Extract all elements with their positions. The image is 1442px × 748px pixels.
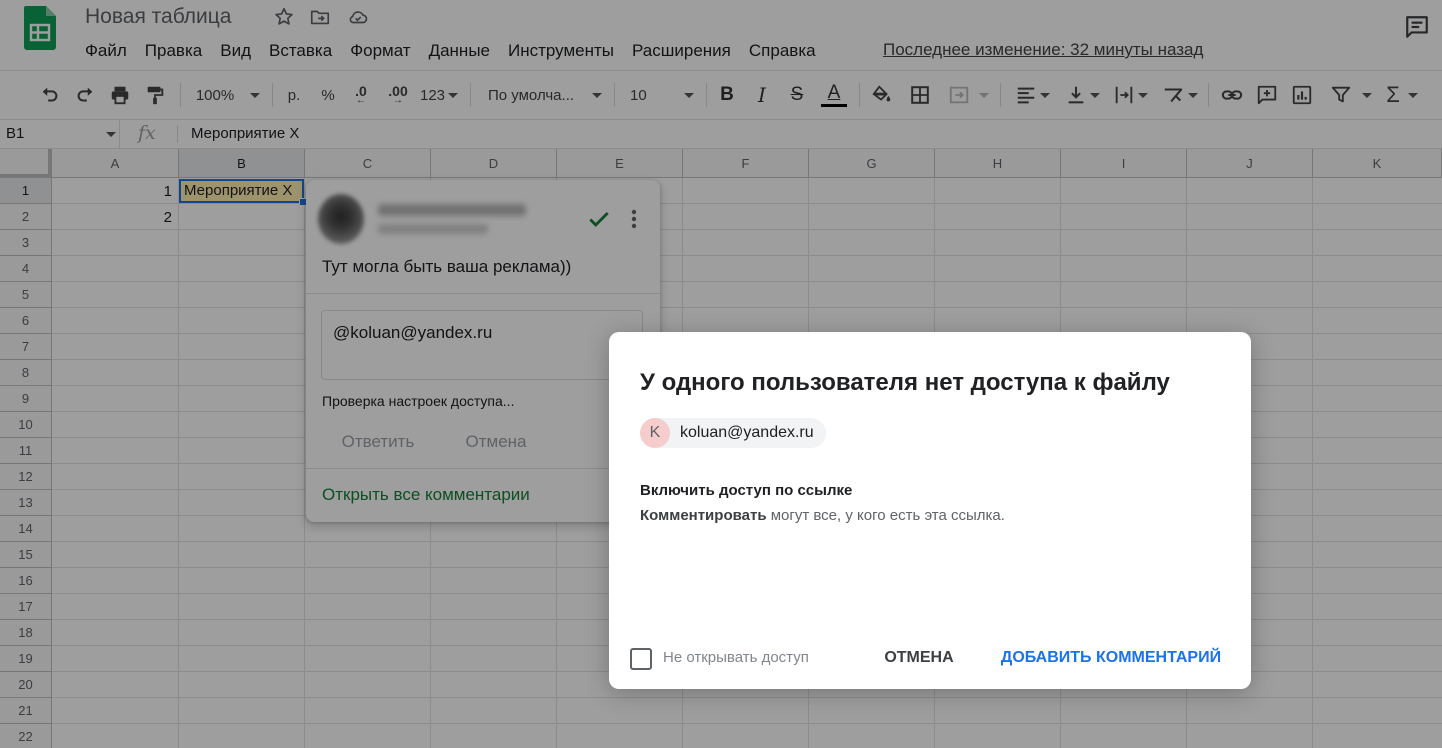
share-access-dialog: У одного пользователя нет доступа к файл… bbox=[609, 332, 1251, 689]
dialog-cancel-button[interactable]: ОТМЕНА bbox=[871, 640, 967, 676]
user-chip: K koluan@yandex.ru bbox=[640, 418, 826, 448]
link-access-text: могут все, у кого есть эта ссылка. bbox=[766, 507, 1005, 524]
user-email: koluan@yandex.ru bbox=[680, 424, 814, 441]
user-avatar: K bbox=[640, 418, 670, 448]
link-access-title: Включить доступ по ссылке bbox=[640, 482, 853, 499]
no-share-checkbox[interactable] bbox=[630, 648, 652, 670]
no-share-label: Не открывать доступ bbox=[663, 649, 809, 666]
link-access-description: Комментировать могут все, у кого есть эт… bbox=[640, 507, 1005, 524]
add-comment-button[interactable]: ДОБАВИТЬ КОММЕНТАРИЙ bbox=[995, 640, 1227, 676]
dialog-title: У одного пользователя нет доступа к файл… bbox=[640, 369, 1170, 396]
link-access-role[interactable]: Комментировать bbox=[640, 507, 767, 524]
